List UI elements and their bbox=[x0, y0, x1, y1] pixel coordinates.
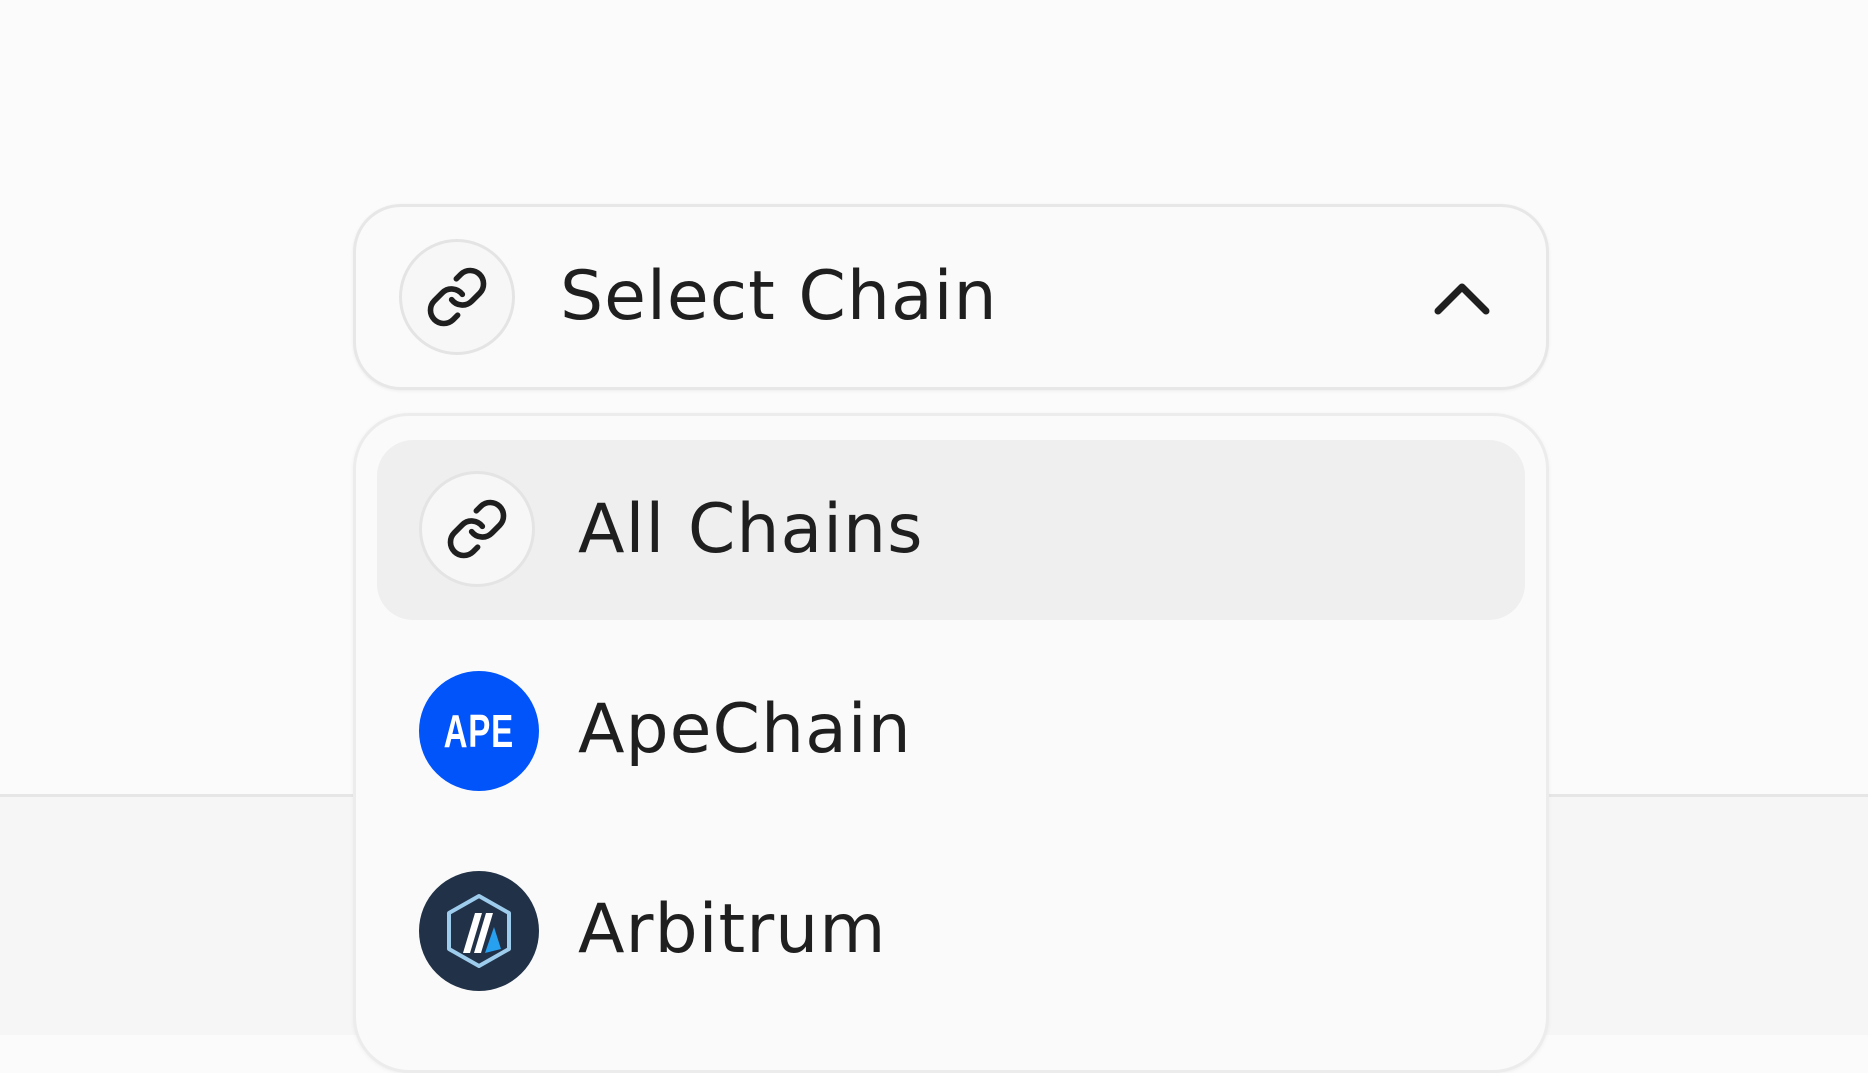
link-icon bbox=[399, 239, 515, 355]
menu-item-all-chains[interactable]: All Chains bbox=[377, 440, 1525, 620]
link-icon bbox=[419, 471, 535, 587]
apechain-logo-icon: APE bbox=[419, 671, 539, 791]
menu-item-arbitrum[interactable]: Arbitrum bbox=[377, 840, 1525, 1020]
chain-select-button[interactable]: Select Chain bbox=[353, 204, 1549, 390]
menu-item-label: All Chains bbox=[578, 490, 924, 569]
arbitrum-logo-icon bbox=[419, 871, 539, 991]
chain-dropdown-menu: All Chains APE ApeChain Arbitrum bbox=[353, 413, 1549, 1073]
menu-item-apechain[interactable]: APE ApeChain bbox=[377, 640, 1525, 820]
select-label: Select Chain bbox=[560, 257, 998, 336]
menu-item-label: Arbitrum bbox=[578, 890, 887, 969]
apechain-logo-text: APE bbox=[443, 705, 515, 757]
chevron-up-icon[interactable] bbox=[1432, 279, 1492, 319]
menu-item-label: ApeChain bbox=[578, 690, 912, 769]
